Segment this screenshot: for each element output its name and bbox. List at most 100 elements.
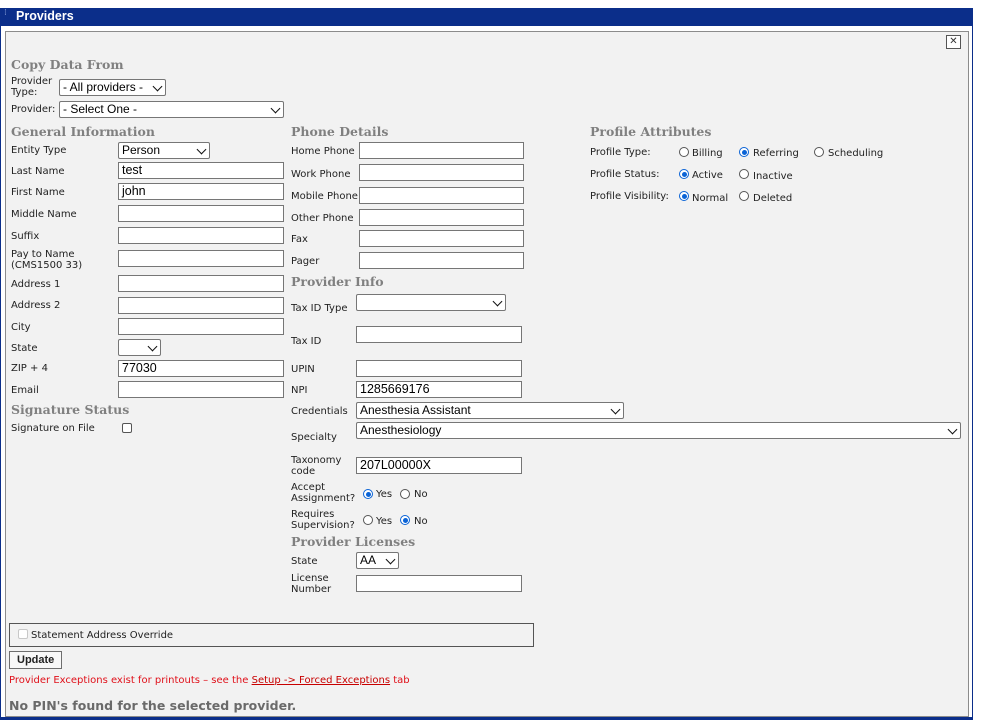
zip-input[interactable]: 77030	[118, 360, 284, 377]
address2-label: Address 2	[11, 300, 61, 311]
license-number-input[interactable]	[356, 575, 522, 592]
email-label: Email	[11, 385, 39, 396]
provider-type-value: - All providers -	[63, 80, 144, 94]
license-number-label: License Number	[291, 573, 332, 595]
requires-supervision-label: Requires Supervision?	[291, 509, 355, 531]
first-name-label: First Name	[11, 187, 65, 198]
taxonomy-input[interactable]: 207L00000X	[356, 457, 522, 474]
profile-type-referring-label: Referring	[753, 148, 799, 159]
tax-id-type-label: Tax ID Type	[291, 303, 348, 314]
signature-on-file-checkbox[interactable]	[122, 423, 132, 433]
specialty-select[interactable]: Anesthesiology	[356, 422, 961, 439]
chevron-down-icon	[147, 341, 158, 352]
chevron-down-icon	[492, 296, 503, 307]
chevron-down-icon	[947, 424, 958, 435]
home-phone-label: Home Phone	[291, 146, 355, 157]
pay-to-name-input[interactable]	[118, 250, 284, 267]
license-state-value: AA	[360, 553, 377, 567]
license-state-select[interactable]: AA	[356, 552, 399, 569]
state-select[interactable]	[118, 339, 161, 356]
middle-name-input[interactable]	[118, 205, 284, 222]
profile-type-billing-radio[interactable]	[679, 147, 689, 157]
home-phone-input[interactable]	[359, 142, 524, 159]
middle-name-label: Middle Name	[11, 209, 77, 220]
chevron-down-icon	[270, 103, 281, 114]
other-phone-label: Other Phone	[291, 213, 354, 224]
exceptions-prefix: Provider Exceptions exist for printouts …	[9, 675, 252, 686]
accept-assignment-no-label: No	[414, 489, 428, 500]
profile-attributes-heading: Profile Attributes	[590, 124, 712, 139]
profile-status-inactive-label: Inactive	[753, 171, 793, 182]
specialty-value: Anesthesiology	[360, 423, 442, 437]
general-info-heading: General Information	[11, 124, 155, 139]
tax-id-input[interactable]	[356, 326, 522, 343]
exceptions-suffix: tab	[390, 675, 410, 686]
last-name-input[interactable]: test	[118, 162, 284, 179]
signature-status-heading: Signature Status	[11, 402, 130, 417]
other-phone-input[interactable]	[359, 209, 524, 226]
fax-input[interactable]	[359, 230, 524, 247]
npi-input[interactable]: 1285669176	[356, 381, 522, 398]
requires-supervision-yes-label: Yes	[376, 516, 393, 527]
provider-info-heading: Provider Info	[291, 274, 384, 289]
statement-override-label: Statement Address Override	[31, 630, 174, 641]
mobile-phone-input[interactable]	[359, 187, 524, 204]
profile-status-inactive-radio[interactable]	[739, 169, 749, 179]
pager-label: Pager	[291, 256, 320, 267]
profile-status-active-radio[interactable]	[679, 169, 689, 179]
profile-type-scheduling-radio[interactable]	[814, 147, 824, 157]
accept-assignment-yes-label: Yes	[376, 489, 393, 500]
provider-select[interactable]: - Select One -	[59, 101, 284, 118]
work-phone-input[interactable]	[359, 164, 524, 181]
window-title-bar: ⁞ Providers	[0, 8, 973, 26]
provider-value: - Select One -	[63, 102, 138, 116]
mobile-phone-label: Mobile Phone	[291, 191, 358, 202]
upin-input[interactable]	[356, 360, 522, 377]
profile-visibility-deleted-label: Deleted	[753, 193, 793, 204]
profile-visibility-deleted-radio[interactable]	[739, 191, 749, 201]
chevron-down-icon	[196, 144, 207, 155]
close-icon[interactable]: ✕	[946, 35, 961, 49]
specialty-label: Specialty	[291, 432, 337, 443]
profile-status-active-label: Active	[692, 170, 723, 181]
requires-supervision-yes-radio[interactable]	[363, 515, 373, 525]
first-name-input[interactable]: john	[118, 183, 284, 200]
credentials-select[interactable]: Anesthesia Assistant	[356, 402, 624, 419]
address2-input[interactable]	[118, 297, 284, 314]
accept-assignment-yes-radio[interactable]	[363, 489, 373, 499]
accept-assignment-no-radio[interactable]	[400, 489, 410, 499]
profile-visibility-normal-radio[interactable]	[679, 191, 689, 201]
profile-visibility-normal-label: Normal	[692, 193, 729, 204]
pager-input[interactable]	[359, 252, 524, 269]
entity-type-value: Person	[122, 143, 161, 157]
email-input[interactable]	[118, 381, 284, 398]
window-bottom-bar	[0, 717, 973, 720]
suffix-input[interactable]	[118, 227, 284, 244]
state-label: State	[11, 343, 38, 354]
statement-override-checkbox[interactable]	[18, 629, 28, 639]
entity-type-select[interactable]: Person	[118, 142, 210, 159]
drag-grip-icon[interactable]: ⁞	[4, 9, 10, 24]
address1-input[interactable]	[118, 275, 284, 292]
taxonomy-label: Taxonomy code	[291, 455, 342, 477]
address1-label: Address 1	[11, 279, 61, 290]
suffix-label: Suffix	[11, 231, 40, 242]
upin-label: UPIN	[291, 364, 315, 375]
provider-type-label: Provider Type:	[11, 76, 53, 98]
city-input[interactable]	[118, 318, 284, 335]
credentials-label: Credentials	[291, 406, 348, 417]
update-button[interactable]: Update	[9, 651, 63, 669]
window-title: Providers	[16, 9, 74, 23]
no-pin-message: No PIN's found for the selected provider…	[9, 698, 297, 713]
provider-type-select[interactable]: - All providers -	[59, 79, 166, 96]
tax-id-type-select[interactable]	[356, 294, 506, 311]
accept-assignment-label: Accept Assignment?	[291, 482, 356, 504]
provider-licenses-heading: Provider Licenses	[291, 534, 416, 549]
forced-exceptions-link[interactable]: Setup -> Forced Exceptions	[252, 675, 390, 686]
requires-supervision-no-radio[interactable]	[400, 515, 410, 525]
entity-type-label: Entity Type	[11, 145, 67, 156]
credentials-value: Anesthesia Assistant	[360, 403, 471, 417]
profile-type-billing-label: Billing	[692, 148, 723, 159]
signature-on-file-label: Signature on File	[11, 423, 95, 434]
profile-type-referring-radio[interactable]	[739, 147, 749, 157]
